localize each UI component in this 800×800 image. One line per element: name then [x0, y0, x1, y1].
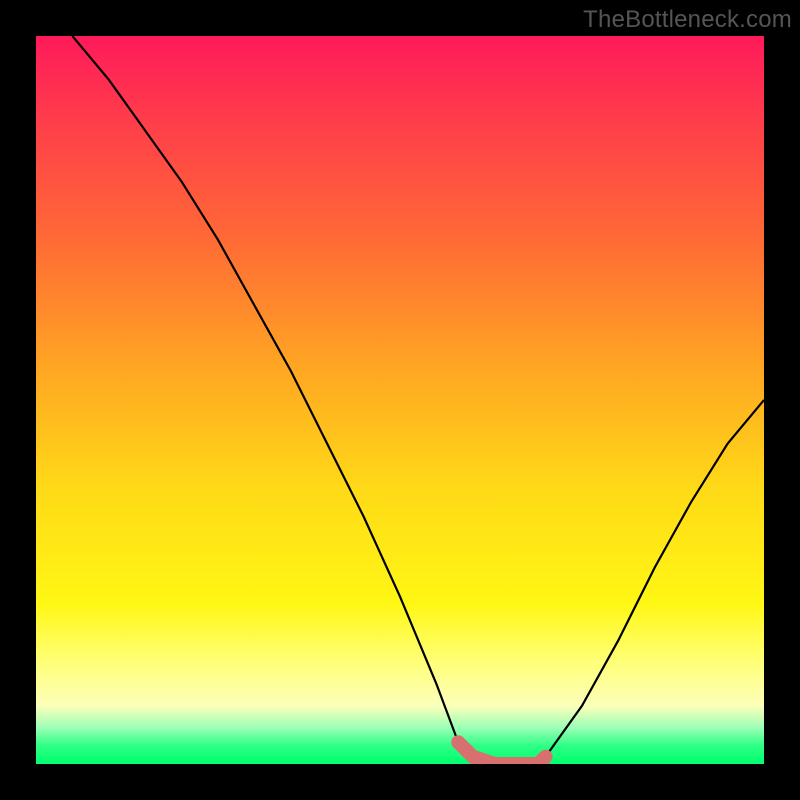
bottleneck-curve — [72, 36, 764, 764]
watermark-text: TheBottleneck.com — [583, 6, 792, 34]
chart-frame: TheBottleneck.com — [0, 0, 800, 800]
optimal-zone-marker — [458, 742, 545, 764]
curve-layer — [36, 36, 764, 764]
plot-area — [36, 36, 764, 764]
